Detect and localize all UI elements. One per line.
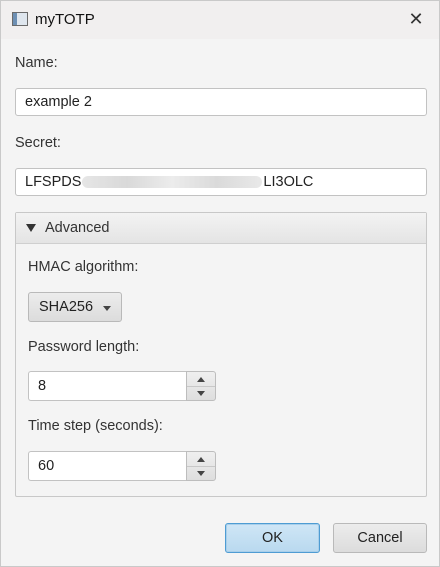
password-length-increment[interactable] xyxy=(187,372,215,387)
password-length-label: Password length: xyxy=(28,339,140,355)
title-bar: myTOTP ✕ xyxy=(1,1,439,39)
time-step-spinner: 60 xyxy=(28,451,216,481)
chevron-down-icon xyxy=(103,306,111,311)
arrow-down-icon xyxy=(197,390,205,396)
secret-visible-end: LI3OLC xyxy=(263,174,314,190)
password-length-stepper xyxy=(186,371,216,401)
secret-redacted-blur xyxy=(82,176,263,189)
time-step-stepper xyxy=(186,451,216,481)
close-button[interactable]: ✕ xyxy=(393,1,439,37)
time-step-decrement[interactable] xyxy=(187,466,215,480)
ok-button[interactable]: OK xyxy=(225,523,320,553)
arrow-up-icon xyxy=(197,376,205,382)
time-step-increment[interactable] xyxy=(187,452,215,467)
arrow-down-icon xyxy=(197,470,205,476)
hmac-label: HMAC algorithm: xyxy=(28,259,139,275)
secret-visible-start: LFSPDS xyxy=(25,174,82,190)
app-window-icon xyxy=(12,12,28,26)
secret-label: Secret: xyxy=(15,135,61,151)
password-length-spinner: 8 xyxy=(28,371,216,401)
hmac-selected-value: SHA256 xyxy=(39,299,94,315)
name-label: Name: xyxy=(15,55,58,71)
time-step-input[interactable]: 60 xyxy=(28,451,186,481)
dialog-window: myTOTP ✕ Name: example 2 Secret: LFSPDS L… xyxy=(0,0,440,567)
name-input[interactable]: example 2 xyxy=(15,88,427,116)
expand-arrow-icon xyxy=(26,224,36,232)
advanced-header[interactable]: Advanced xyxy=(16,213,426,244)
advanced-title: Advanced xyxy=(45,220,110,236)
time-step-label: Time step (seconds): xyxy=(28,418,163,434)
close-icon: ✕ xyxy=(408,8,424,29)
password-length-input[interactable]: 8 xyxy=(28,371,186,401)
window-title: myTOTP xyxy=(35,11,95,28)
cancel-button[interactable]: Cancel xyxy=(333,523,427,553)
hmac-algorithm-dropdown[interactable]: SHA256 xyxy=(28,292,122,322)
secret-input[interactable]: LFSPDS LI3OLC xyxy=(15,168,427,196)
arrow-up-icon xyxy=(197,456,205,462)
advanced-pane: Advanced HMAC algorithm: SHA256 Password… xyxy=(15,212,427,497)
password-length-decrement[interactable] xyxy=(187,386,215,400)
